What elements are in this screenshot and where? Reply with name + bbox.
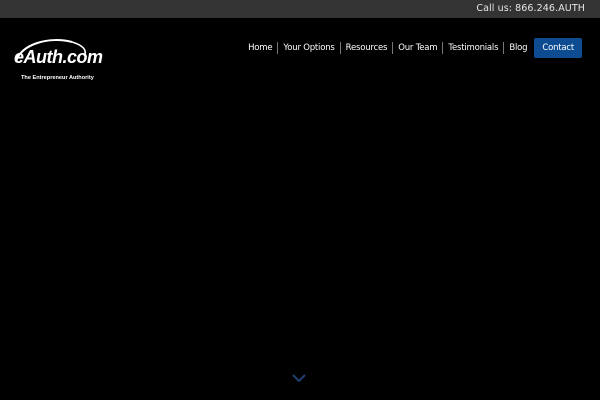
nav-item-testimonials[interactable]: Testimonials	[443, 42, 505, 54]
logo-brand: eAuth.com	[14, 47, 103, 67]
nav-item-our-team[interactable]: Our Team	[393, 42, 444, 54]
chevron-down-icon[interactable]	[292, 374, 306, 382]
call-label: Call us:	[476, 3, 513, 14]
hero-section: eAuth.com The Entrepreneur Authority Hom…	[0, 18, 600, 400]
phone-contact[interactable]: Call us: 866.246.AUTH	[476, 3, 585, 14]
logo-tagline: The Entrepreneur Authority	[21, 75, 94, 81]
nav-item-resources[interactable]: Resources	[341, 42, 394, 54]
site-logo[interactable]: eAuth.com The Entrepreneur Authority	[10, 38, 103, 84]
nav-item-home[interactable]: Home	[243, 42, 279, 54]
contact-button[interactable]: Contact	[534, 38, 582, 58]
top-bar: Call us: 866.246.AUTH	[0, 0, 600, 18]
phone-number[interactable]: 866.246.AUTH	[515, 3, 585, 14]
nav-item-your-options[interactable]: Your Options	[278, 42, 341, 54]
main-nav: Home Your Options Resources Our Team Tes…	[243, 38, 582, 58]
nav-item-blog[interactable]: Blog	[504, 42, 534, 54]
